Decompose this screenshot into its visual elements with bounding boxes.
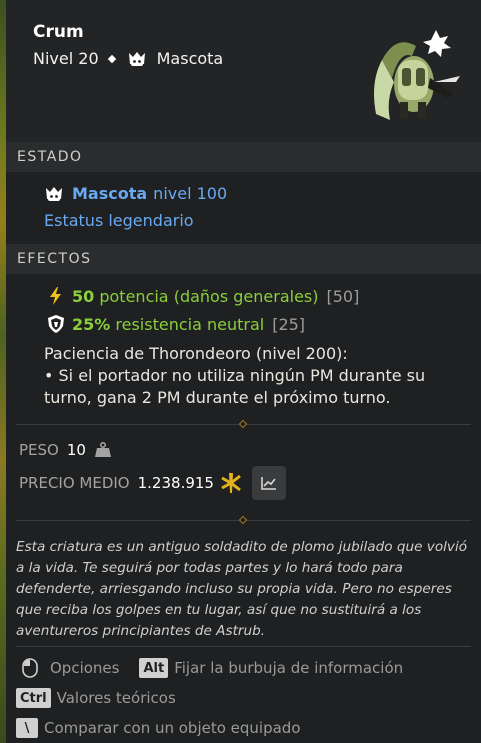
weight-row: PESO 10: [19, 441, 112, 459]
hint-row: Opciones Alt Fijar la burbuja de informa…: [16, 658, 403, 678]
ctrl-key: Ctrl: [16, 688, 51, 708]
effect-theoretical: [50]: [326, 286, 360, 306]
alt-key: Alt: [139, 658, 169, 678]
effect-text: 25% resistencia neutral: [72, 314, 265, 334]
special-effect: Paciencia de Thorondeoro (nivel 200): • …: [44, 343, 469, 409]
price-history-button[interactable]: [251, 466, 286, 500]
kama-icon: [221, 473, 241, 493]
status-level: nivel 100: [153, 184, 228, 203]
divider-ornament: [238, 419, 248, 429]
item-level: Nivel 20: [33, 49, 99, 68]
status-section-header: ESTADO: [6, 142, 481, 172]
options-hint: Opciones: [50, 659, 120, 677]
effect-theoretical: [25]: [272, 314, 306, 334]
divider: [16, 646, 471, 647]
effect-row: 25% resistencia neutral [25]: [46, 314, 305, 334]
legendary-status: Estatus legendario: [44, 211, 194, 230]
price-label: PRECIO MEDIO: [19, 474, 130, 492]
pet-icon: [46, 186, 62, 201]
theoretical-hint: Valores teóricos: [56, 689, 176, 707]
price-row: PRECIO MEDIO 1.238.915: [19, 466, 286, 500]
hint-row: Ctrl Valores teóricos: [16, 688, 176, 708]
effects-section-header: EFECTOS: [6, 244, 481, 274]
status-pet-type: Mascota: [72, 184, 148, 203]
item-name: Crum: [33, 22, 84, 42]
pin-hint: Fijar la burbuja de información: [174, 659, 404, 677]
divider-ornament: [238, 515, 248, 525]
hint-row: \ Comparar con un objeto equipado: [16, 718, 301, 738]
item-subtitle: Nivel 20 Mascota: [33, 49, 223, 68]
status-pet-level: Mascota nivel 100: [44, 184, 227, 203]
effect-row: 50 potencia (daños generales) [50]: [46, 286, 359, 306]
special-effect-body: • Si el portador no utiliza ningún PM du…: [44, 366, 426, 407]
weight-icon: [94, 442, 111, 457]
compare-key: \: [16, 718, 38, 738]
divider: [16, 419, 471, 429]
tooltip-header: Crum Nivel 20 Mascota: [6, 0, 481, 142]
effect-text: 50 potencia (daños generales): [72, 286, 319, 306]
weight-label: PESO: [19, 441, 59, 459]
price-value: 1.238.915: [137, 474, 214, 492]
divider: [16, 515, 471, 525]
item-lore: Esta criatura es un antiguo soldadito de…: [16, 539, 468, 639]
chart-icon: [261, 477, 276, 490]
special-effect-title: Paciencia de Thorondeoro (nivel 200):: [44, 344, 348, 363]
mouse-icon: [22, 658, 38, 678]
pet-icon: [128, 51, 145, 66]
compare-hint: Comparar con un objeto equipado: [44, 719, 301, 737]
crum-pet-image: [374, 30, 460, 120]
item-tooltip: Crum Nivel 20 Mascota ESTADO Mascota niv…: [6, 0, 481, 743]
lightning-icon: [50, 287, 61, 305]
weight-value: 10: [66, 441, 86, 459]
separator-dot: [107, 54, 116, 63]
item-type: Mascota: [156, 49, 224, 68]
neutral-shield-icon: [48, 315, 64, 333]
